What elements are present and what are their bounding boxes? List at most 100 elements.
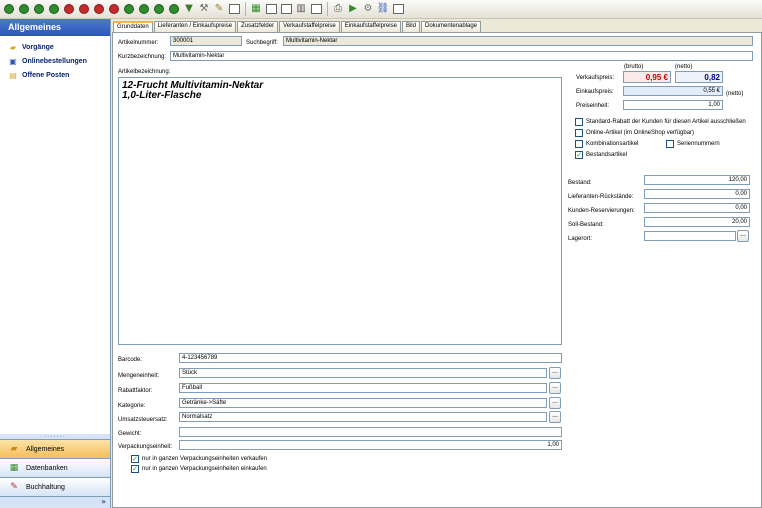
copy-icon: [280, 4, 292, 14]
nav-label: Allgemeines: [26, 445, 65, 453]
einkaufspreis-netto-suffix: (netto): [726, 91, 744, 97]
umsatzsteuersatz-browse-button[interactable]: ...: [549, 411, 561, 423]
nav-datenbanken[interactable]: ▦ Datenbanken: [0, 458, 110, 477]
artikelbezeichnung-textarea[interactable]: 12-Frucht Multivitamin-Nektar 1,0-Liter-…: [118, 77, 562, 345]
document-button[interactable]: [227, 2, 241, 16]
window-button[interactable]: [264, 2, 278, 16]
toolbar-button[interactable]: [62, 2, 76, 16]
sidebar-item-vorgaenge[interactable]: ▰ Vorgänge: [0, 40, 110, 54]
verkaufspreis-netto-field[interactable]: 0,82: [675, 71, 723, 83]
lieferanten-rueckstaende-field[interactable]: 0,00: [644, 189, 750, 199]
kategorie-label: Kategorie:: [118, 403, 146, 409]
filter-icon: ▼: [185, 3, 193, 14]
sidebar-item-offene-posten[interactable]: ▤ Offene Posten: [0, 68, 110, 82]
settings-button[interactable]: ⚙: [361, 2, 375, 16]
toolbar-button[interactable]: [137, 2, 151, 16]
window-icon: [265, 4, 277, 14]
toolbar-button[interactable]: [32, 2, 46, 16]
rabattfaktor-field[interactable]: Fußball: [179, 383, 547, 393]
toolbar: ▼ ⚒ ✎ ▦ ▥ ⎙ ▶ ⚙ ⛓: [0, 0, 762, 19]
tab-verkaufstaffelpreise[interactable]: Verkaufstaffelpreise: [279, 21, 340, 32]
toolbar-button[interactable]: [92, 2, 106, 16]
verpackungseinheit-label: Verpackungseinheit:: [118, 444, 173, 450]
tab-einkaufstaffelpreise[interactable]: Einkaufstaffelpreise: [340, 21, 401, 32]
einkaufspreis-field[interactable]: 0,55 €: [623, 86, 723, 96]
sidebar-item-onlinebestellungen[interactable]: ▣ Onlinebestellungen: [0, 54, 110, 68]
mengeneinheit-field[interactable]: Stück: [179, 368, 547, 378]
kategorie-browse-button[interactable]: ...: [549, 397, 561, 409]
seriennummern-checkbox[interactable]: Seriennummern: [666, 140, 720, 148]
printer-icon: ⎙: [334, 3, 342, 14]
green-circle-icon: [169, 4, 179, 14]
tab-zusatzfelder[interactable]: Zusatzfelder: [237, 21, 279, 32]
kunden-reservierungen-field[interactable]: 0,00: [644, 203, 750, 213]
edit-button[interactable]: ✎: [212, 2, 226, 16]
bestand-field[interactable]: 120,00: [644, 175, 750, 185]
barcode-field[interactable]: 4-123456789: [179, 353, 562, 363]
mengeneinheit-browse-button[interactable]: ...: [549, 367, 561, 379]
tools-button[interactable]: ⚒: [197, 2, 211, 16]
toolbar-button[interactable]: [122, 2, 136, 16]
gear-icon: ⚙: [363, 3, 373, 14]
verkaufspreis-brutto-field[interactable]: 0,95 €: [623, 71, 671, 83]
toolbar-button[interactable]: [2, 2, 16, 16]
sidebar-item-label: Onlinebestellungen: [22, 57, 87, 65]
play-icon: ▶: [349, 3, 357, 14]
rabattfaktor-browse-button[interactable]: ...: [549, 382, 561, 394]
play-button[interactable]: ▶: [346, 2, 360, 16]
help-button[interactable]: [391, 2, 405, 16]
green-circle-icon: [139, 4, 149, 14]
einkaufen-ganze-ve-checkbox[interactable]: ✓ nur in ganzen Verpackungseinheiten ein…: [131, 465, 267, 473]
filter-button[interactable]: ▼: [182, 2, 196, 16]
tab-bild[interactable]: Bild: [401, 21, 420, 32]
toolbar-button[interactable]: [47, 2, 61, 16]
page-button[interactable]: [309, 2, 323, 16]
kombinationsartikel-checkbox[interactable]: Kombinationsartikel: [575, 140, 638, 148]
suchbegriff-field[interactable]: Multivitamin-Nektar: [283, 36, 753, 46]
bestandsartikel-checkbox[interactable]: ✓ Bestandsartikel: [575, 151, 627, 159]
toolbar-button[interactable]: [152, 2, 166, 16]
lagerort-field[interactable]: [644, 231, 736, 241]
kurzbezeichnung-field[interactable]: Multivitamin-Nektar: [170, 51, 753, 61]
book-button[interactable]: ▥: [294, 2, 308, 16]
soll-bestand-field[interactable]: 20,00: [644, 217, 750, 227]
nav-expand-button[interactable]: »: [0, 496, 110, 508]
verpackungseinheit-field[interactable]: 1,00: [179, 440, 562, 450]
preiseinheit-field[interactable]: 1,00: [623, 100, 723, 110]
standard-rabatt-checkbox[interactable]: Standard-Rabatt der Kunden für diesen Ar…: [575, 118, 746, 126]
link-button[interactable]: ⛓: [376, 2, 390, 16]
kategorie-field[interactable]: Getränke->Säfte: [179, 398, 547, 408]
preiseinheit-label: Preiseinheit:: [576, 103, 610, 109]
grid-icon: ▦: [251, 3, 261, 14]
tab-lieferanten[interactable]: Lieferanten / Einkaufspreise: [153, 21, 237, 32]
artikelnummer-field[interactable]: 300001: [170, 36, 242, 46]
red-circle-icon: [94, 4, 104, 14]
red-circle-icon: [79, 4, 89, 14]
barcode-label: Barcode:: [118, 357, 143, 363]
nav-allgemeines[interactable]: ▰ Allgemeines: [0, 439, 110, 458]
lagerort-browse-button[interactable]: ...: [737, 230, 749, 242]
grid-button[interactable]: ▦: [249, 2, 263, 16]
soll-bestand-label: Soll-Bestand:: [568, 222, 604, 228]
gewicht-field[interactable]: [179, 427, 562, 437]
copy-button[interactable]: [279, 2, 293, 16]
document-icon: [228, 4, 240, 14]
link-icon: ⛓: [376, 3, 390, 14]
toolbar-button[interactable]: [167, 2, 181, 16]
tab-dokumentenablage[interactable]: Dokumentenablage: [420, 21, 482, 32]
print-button[interactable]: ⎙: [331, 2, 345, 16]
pencil-icon: ✎: [214, 3, 224, 14]
help-icon: [392, 4, 404, 14]
green-circle-icon: [34, 4, 44, 14]
checkbox-box: [575, 118, 583, 126]
toolbar-button[interactable]: [77, 2, 91, 16]
umsatzsteuersatz-field[interactable]: Normalsatz: [179, 412, 547, 422]
online-artikel-checkbox[interactable]: Online-Artikel (im OnlineShop verfügbar): [575, 129, 694, 137]
toolbar-button[interactable]: [107, 2, 121, 16]
nav-buchhaltung[interactable]: ✎ Buchhaltung: [0, 477, 110, 496]
verkaufen-ganze-ve-checkbox[interactable]: ✓ nur in ganzen Verpackungseinheiten ver…: [131, 455, 267, 463]
red-circle-icon: [64, 4, 74, 14]
sidebar-item-label: Offene Posten: [22, 71, 70, 79]
toolbar-button[interactable]: [17, 2, 31, 16]
sidebar: Allgemeines ▰ Vorgänge ▣ Onlinebestellun…: [0, 19, 111, 508]
